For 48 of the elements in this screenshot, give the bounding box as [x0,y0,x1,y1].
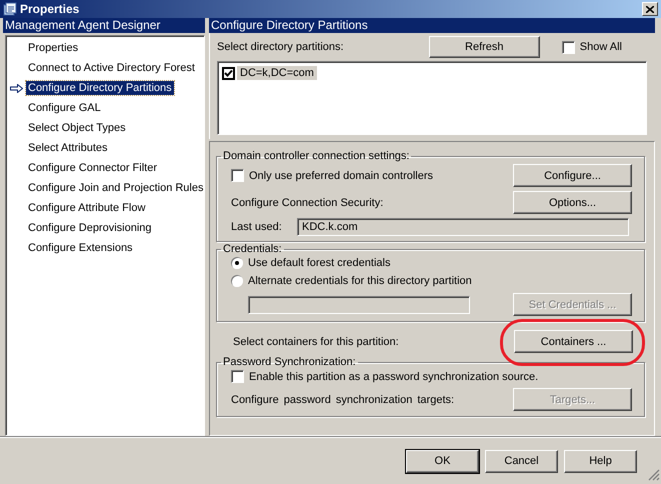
resize-grip-icon [648,469,660,481]
checkbox[interactable] [231,370,244,383]
last-used-field[interactable]: KDC.k.com [297,218,629,236]
radio-label: Use default forest credentials [248,257,390,269]
group-title: Password Synchronization: [222,356,357,368]
nav-item[interactable]: Configure GAL [26,101,103,115]
checkbox[interactable] [562,40,575,54]
arrow-icon [10,84,22,92]
field-label: Configure Connection Security: [231,196,384,208]
app-icon [3,2,17,16]
nav-item[interactable]: Select Object Types [26,121,128,135]
field-label: Select containers for this partition: [233,336,399,348]
radio-button[interactable] [231,257,243,269]
field-label: Configure password synchronization targets: [231,394,454,406]
dialog-button[interactable]: Cancel [485,450,558,472]
list-item[interactable]: DC=k,DC=com [237,66,317,80]
nav-item[interactable]: Configure Join and Projection Rules [26,181,206,195]
checkbox[interactable] [231,169,244,182]
nav-item[interactable]: Properties [26,41,80,55]
group-title: Credentials: [222,243,283,255]
checkbox-label: Show All [580,41,622,53]
check-icon [224,68,233,78]
nav-item[interactable]: Configure Attribute Flow [26,201,148,215]
dialog-button[interactable]: Help [564,450,637,472]
checkbox-label: Only use preferred domain controllers [249,170,434,182]
close-icon [646,6,654,12]
field-label: Last used: [231,221,283,233]
nav-item[interactable]: Connect to Active Directory Forest [26,61,197,75]
close-button[interactable] [642,2,658,16]
nav-item[interactable]: Configure Deprovisioning [26,221,154,235]
radio-label: Alternate credentials for this directory partition [248,275,472,287]
options-button[interactable]: Options... [513,191,632,214]
nav-item[interactable]: Configure Extensions [26,241,135,255]
configure-button[interactable]: Configure... [513,164,632,187]
nav-item[interactable]: Configure Connector Filter [26,161,160,175]
window-title: Properties [20,2,80,16]
radio-button[interactable] [231,275,243,287]
nav-item[interactable]: Select Attributes [26,141,110,155]
sidebar-header: Management Agent Designer [3,18,205,33]
checkbox[interactable] [222,66,235,80]
nav-item[interactable]: Configure Directory Partitions [26,81,174,95]
refresh-button[interactable]: Refresh [428,36,540,58]
pane-header: Configure Directory Partitions [209,18,655,33]
group-title: Domain controller connection settings: [222,150,410,162]
checkbox-label: Enable this partition as a password synchronization source. [249,370,538,382]
section-label: Select directory partitions: [217,41,344,53]
dialog-button[interactable]: OK [406,450,479,472]
containers-button[interactable]: Containers ... [514,330,633,353]
